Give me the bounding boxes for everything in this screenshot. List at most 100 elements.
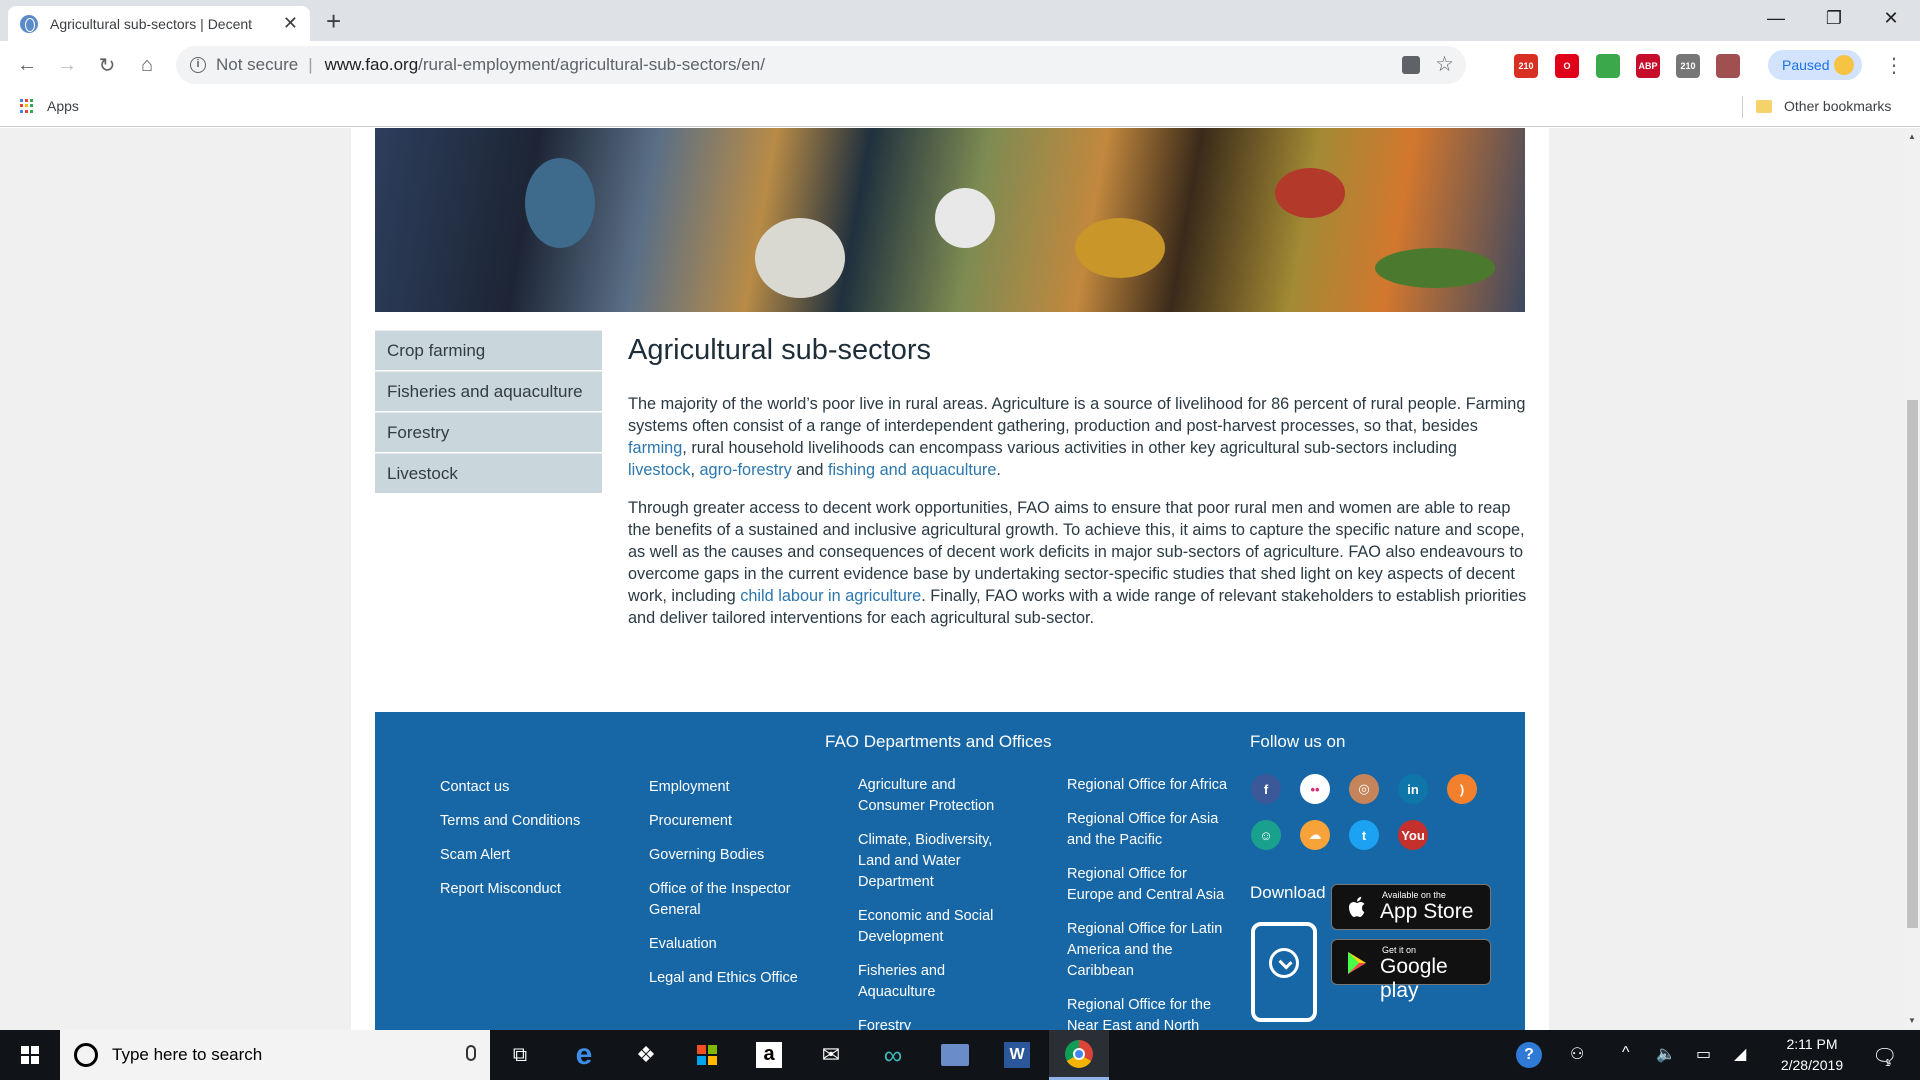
forward-icon[interactable]: → — [53, 51, 81, 79]
chrome-menu-icon[interactable]: ⋮ — [1884, 53, 1904, 78]
home-icon[interactable]: ⌂ — [133, 51, 161, 79]
word-icon[interactable]: W — [987, 1030, 1047, 1080]
page-scrollbar[interactable]: ▲ ▼ — [1905, 128, 1920, 1030]
fao-app-icon[interactable] — [1251, 922, 1317, 1022]
show-hidden-icons-icon[interactable]: ^ — [1622, 1044, 1630, 1062]
sidebar-item-livestock[interactable]: Livestock — [375, 453, 602, 493]
footer-link[interactable]: Regional Office for Europe and Central A… — [1067, 864, 1237, 906]
dropbox-icon[interactable]: ❖ — [616, 1030, 676, 1080]
instagram-icon[interactable]: ◎ — [1349, 774, 1379, 804]
browser-tab[interactable]: Agricultural sub-sectors | Decent ✕ — [8, 6, 310, 41]
footer-link[interactable]: Evaluation — [649, 934, 814, 955]
footer-link[interactable]: Report Misconduct — [440, 879, 640, 900]
gmail-extension-icon-2[interactable]: 210 — [1676, 54, 1700, 78]
amazon-icon[interactable]: a — [739, 1030, 799, 1080]
minimize-icon[interactable]: — — [1749, 0, 1803, 36]
footer-link[interactable]: Regional Office for the Near East and No… — [1067, 995, 1237, 1030]
linkedin-icon[interactable]: in — [1398, 774, 1428, 804]
footer-link[interactable]: Forestry — [858, 1016, 1018, 1030]
new-tab-button[interactable]: + — [326, 6, 341, 37]
footer-link[interactable]: Regional Office for Africa — [1067, 775, 1237, 796]
taskbar-search[interactable]: Type here to search — [60, 1030, 490, 1080]
profile-button[interactable]: Paused — [1768, 50, 1862, 80]
footer-link[interactable]: Employment — [649, 777, 814, 798]
footer-link[interactable]: Governing Bodies — [649, 845, 814, 866]
footer-link[interactable]: Office of the Inspector General — [649, 879, 814, 921]
footer-link[interactable]: Climate, Biodiversity, Land and Water De… — [858, 830, 1018, 893]
footer-link[interactable]: Contact us — [440, 777, 640, 798]
start-button[interactable] — [0, 1030, 60, 1080]
people-icon[interactable]: ⚇ — [1570, 1044, 1584, 1064]
network-app-icon[interactable] — [925, 1030, 985, 1080]
slideshare-icon[interactable]: ☺ — [1251, 820, 1281, 850]
store-icon[interactable] — [677, 1030, 737, 1080]
bookmarks-bar: Apps Other bookmarks — [0, 88, 1920, 127]
youtube-icon[interactable]: You — [1398, 820, 1428, 850]
taskbar-clock[interactable]: 2:11 PM 2/28/2019 — [1766, 1034, 1858, 1076]
twitter-icon[interactable]: t — [1349, 820, 1379, 850]
task-view-icon[interactable]: ⧉ — [490, 1030, 550, 1080]
flickr-icon[interactable]: •• — [1300, 774, 1330, 804]
reload-icon[interactable]: ↻ — [93, 51, 121, 79]
footer-departments-title: FAO Departments and Offices — [825, 732, 1052, 751]
sidebar-item-forestry[interactable]: Forestry — [375, 412, 602, 452]
globe-extension-icon[interactable] — [1596, 54, 1620, 78]
google-play-small-text: Get it on — [1382, 945, 1417, 955]
livestock-link[interactable]: livestock — [628, 461, 690, 479]
farming-link[interactable]: farming — [628, 439, 682, 457]
footer-link[interactable]: Economic and Social Development — [858, 906, 1018, 948]
folder-icon — [1756, 99, 1772, 113]
banner-shape — [755, 218, 845, 298]
fishing-aquaculture-link[interactable]: fishing and aquaculture — [828, 461, 996, 479]
banner-shape — [935, 188, 995, 248]
chrome-taskbar-icon[interactable] — [1049, 1030, 1109, 1080]
footer-link[interactable]: Scam Alert — [440, 845, 640, 866]
microphone-icon[interactable] — [466, 1045, 476, 1061]
site-footer: FAO Departments and Offices Contact us T… — [375, 712, 1525, 1030]
pdf-extension-icon[interactable] — [1716, 54, 1740, 78]
footer-link[interactable]: Procurement — [649, 811, 814, 832]
windows-logo-icon — [21, 1046, 39, 1064]
second-paragraph: Through greater access to decent work op… — [628, 497, 1528, 629]
agro-forestry-link[interactable]: agro-forestry — [700, 461, 792, 479]
sidebar-item-fisheries[interactable]: Fisheries and aquaculture — [375, 371, 602, 411]
wifi-icon[interactable]: ◢ — [1734, 1044, 1746, 1064]
soundcloud-icon[interactable]: ☁ — [1300, 820, 1330, 850]
battery-icon[interactable]: ▭ — [1696, 1044, 1711, 1064]
volume-icon[interactable]: 🔈 — [1656, 1044, 1676, 1064]
address-bar[interactable]: i Not secure | www.fao.org/rural-employm… — [176, 46, 1466, 84]
app-store-badge[interactable]: Available on the App Store — [1331, 884, 1491, 930]
scroll-up-icon[interactable]: ▲ — [1908, 132, 1916, 141]
facebook-icon[interactable]: f — [1251, 774, 1281, 804]
bookmark-star-icon[interactable]: ☆ — [1435, 52, 1454, 77]
close-tab-icon[interactable]: ✕ — [283, 13, 298, 34]
other-bookmarks[interactable]: Other bookmarks — [1756, 98, 1891, 114]
help-icon[interactable]: ? — [1516, 1042, 1542, 1068]
adblock-extension-icon[interactable]: ABP — [1636, 54, 1660, 78]
scroll-thumb[interactable] — [1907, 400, 1918, 928]
translate-icon[interactable] — [1402, 56, 1420, 74]
rss-icon[interactable]: ) — [1447, 774, 1477, 804]
apps-bookmark[interactable]: Apps — [20, 98, 79, 114]
scroll-down-icon[interactable]: ▼ — [1908, 1016, 1916, 1025]
google-play-badge[interactable]: Get it on Google play — [1331, 939, 1491, 1002]
footer-link[interactable]: Legal and Ethics Office — [649, 968, 814, 989]
footer-link[interactable]: Fisheries and Aquaculture — [858, 961, 1018, 1003]
arduino-icon[interactable]: ∞ — [863, 1030, 923, 1080]
close-window-icon[interactable]: ✕ — [1864, 0, 1918, 36]
info-icon[interactable]: i — [190, 57, 206, 73]
footer-link[interactable]: Terms and Conditions — [440, 811, 640, 832]
gmail-extension-icon[interactable]: 210 — [1514, 54, 1538, 78]
opera-extension-icon[interactable]: O — [1555, 54, 1579, 78]
footer-link[interactable]: Regional Office for Asia and the Pacific — [1067, 809, 1237, 851]
url-host: www.fao.org — [324, 55, 419, 74]
sidebar-item-crop-farming[interactable]: Crop farming — [375, 330, 602, 370]
edge-icon[interactable]: e — [554, 1030, 614, 1080]
search-placeholder: Type here to search — [112, 1045, 263, 1064]
mail-icon[interactable]: ✉ — [801, 1030, 861, 1080]
footer-link[interactable]: Agriculture and Consumer Protection — [858, 775, 1018, 817]
child-labour-link[interactable]: child labour in agriculture — [740, 587, 921, 605]
back-icon[interactable]: ← — [13, 51, 41, 79]
footer-link[interactable]: Regional Office for Latin America and th… — [1067, 919, 1237, 982]
maximize-icon[interactable]: ❐ — [1807, 0, 1861, 36]
